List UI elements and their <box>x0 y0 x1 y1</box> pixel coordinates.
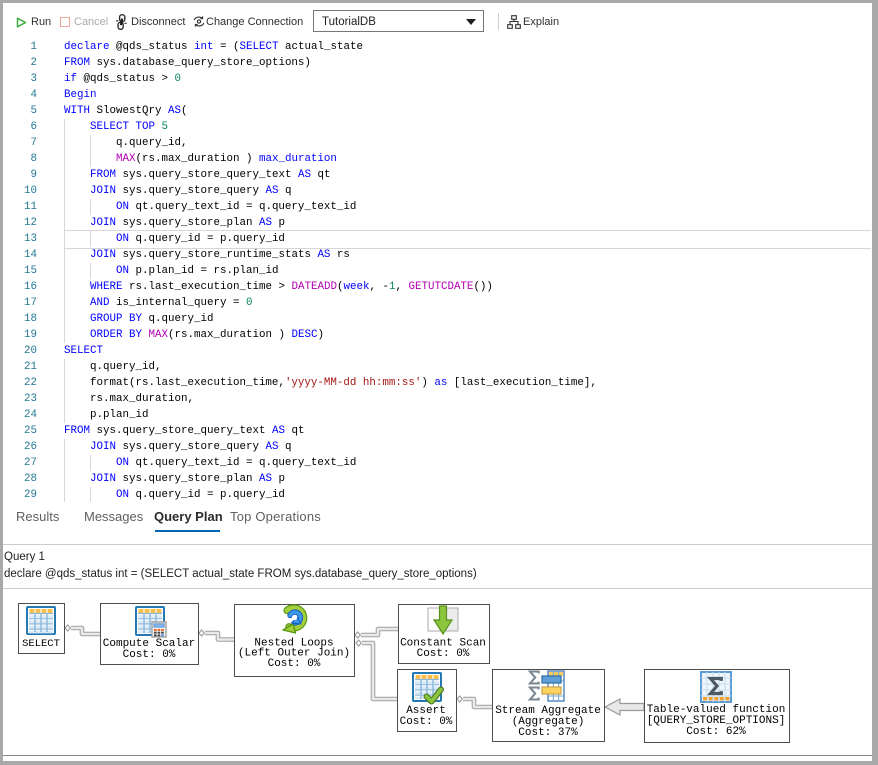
svg-text:SELECT: SELECT <box>22 638 60 650</box>
svg-text:Cost: 37%: Cost: 37% <box>518 727 578 739</box>
svg-text:Cost: 62%: Cost: 62% <box>686 726 746 738</box>
svg-text:Cost: 0%: Cost: 0% <box>417 648 470 660</box>
svg-text:Cost: 0%: Cost: 0% <box>400 716 453 728</box>
svg-text:Cost: 0%: Cost: 0% <box>268 658 321 670</box>
svg-text:Cost: 0%: Cost: 0% <box>123 649 176 661</box>
